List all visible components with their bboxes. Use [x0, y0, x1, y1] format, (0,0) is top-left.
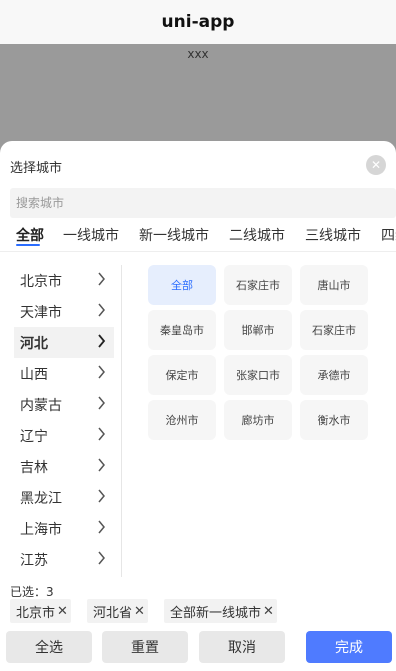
- tab-tier4[interactable]: 四线: [381, 225, 396, 247]
- tab-tier3[interactable]: 三线城市: [305, 225, 361, 247]
- chevron-right-icon: [97, 551, 106, 565]
- navbar-title: uni-app: [161, 12, 235, 32]
- city-option[interactable]: 张家口市: [224, 355, 292, 395]
- province-label: 河北: [20, 335, 48, 352]
- province-label: 江苏: [20, 552, 48, 569]
- city-option[interactable]: 承德市: [300, 355, 368, 395]
- province-label: 吉林: [20, 459, 48, 476]
- chip-label: 北京市: [16, 605, 56, 621]
- chip-label: 河北省: [93, 605, 133, 621]
- city-option[interactable]: 唐山市: [300, 265, 368, 305]
- chevron-right-icon: [97, 458, 106, 472]
- city-option[interactable]: 邯郸市: [224, 310, 292, 350]
- selected-count: 已选：3: [10, 585, 54, 599]
- chevron-right-icon: [97, 272, 106, 286]
- province-list: 北京市 天津市 河北 山西 内蒙古 辽宁 吉林 黑龙江 上海市 江苏: [0, 265, 122, 577]
- sheet-title: 选择城市: [10, 161, 63, 176]
- chevron-right-icon: [97, 427, 106, 441]
- active-tab-indicator: [16, 244, 40, 246]
- navbar: uni-app: [0, 0, 396, 44]
- city-option[interactable]: 石家庄市: [224, 265, 292, 305]
- province-item[interactable]: 上海市: [14, 513, 114, 544]
- province-item[interactable]: 江苏: [14, 544, 114, 575]
- chevron-right-icon: [97, 365, 106, 379]
- sheet-header: 选择城市 ✕: [10, 155, 386, 177]
- select-all-button[interactable]: 全选: [6, 631, 92, 663]
- remove-icon[interactable]: ✕: [134, 604, 145, 619]
- province-label: 上海市: [20, 521, 62, 538]
- province-item[interactable]: 辽宁: [14, 420, 114, 451]
- search-box: [10, 188, 396, 218]
- selected-chip: 北京市 ✕: [10, 599, 71, 623]
- city-option[interactable]: 石家庄市: [300, 310, 368, 350]
- province-item[interactable]: 山西: [14, 358, 114, 389]
- province-label: 黑龙江: [20, 490, 62, 507]
- remove-icon[interactable]: ✕: [57, 604, 68, 619]
- done-button[interactable]: 完成: [306, 631, 392, 663]
- tab-tier2[interactable]: 二线城市: [229, 225, 285, 247]
- province-label: 辽宁: [20, 428, 48, 445]
- chevron-right-icon: [97, 334, 106, 348]
- chip-label: 全部新一线城市: [170, 605, 262, 621]
- city-option[interactable]: 全部: [148, 265, 216, 305]
- city-option[interactable]: 保定市: [148, 355, 216, 395]
- chevron-right-icon: [97, 396, 106, 410]
- province-item[interactable]: 吉林: [14, 451, 114, 482]
- province-item[interactable]: 河北: [14, 327, 114, 358]
- city-option[interactable]: 秦皇岛市: [148, 310, 216, 350]
- province-item[interactable]: 北京市: [14, 265, 114, 296]
- selected-chip: 河北省 ✕: [87, 599, 148, 623]
- tier-tabs: 全部 一线城市 新一线城市 二线城市 三线城市 四线: [0, 221, 396, 251]
- close-button[interactable]: ✕: [366, 155, 386, 175]
- city-option[interactable]: 衡水市: [300, 400, 368, 440]
- chevron-right-icon: [97, 489, 106, 503]
- province-item[interactable]: 天津市: [14, 296, 114, 327]
- province-label: 北京市: [20, 273, 62, 290]
- remove-icon[interactable]: ✕: [263, 604, 274, 619]
- reset-button[interactable]: 重置: [102, 631, 188, 663]
- close-icon: ✕: [370, 158, 382, 172]
- city-picker-sheet: 选择城市 ✕ 全部 一线城市 新一线城市 二线城市 三线城市 四线 北京市 天津…: [0, 141, 396, 671]
- chevron-right-icon: [97, 520, 106, 534]
- chevron-right-icon: [97, 303, 106, 317]
- province-item[interactable]: 内蒙古: [14, 389, 114, 420]
- selected-chip: 全部新一线城市 ✕: [164, 599, 277, 623]
- city-option[interactable]: 廊坊市: [224, 400, 292, 440]
- tabs-divider: [0, 251, 396, 252]
- cancel-button[interactable]: 取消: [199, 631, 285, 663]
- province-label: 天津市: [20, 304, 62, 321]
- province-label: 内蒙古: [20, 397, 62, 414]
- province-label: 山西: [20, 366, 48, 383]
- tab-new-tier1[interactable]: 新一线城市: [139, 225, 209, 247]
- tab-tier1[interactable]: 一线城市: [63, 225, 119, 247]
- province-item[interactable]: 黑龙江: [14, 482, 114, 513]
- background-text: xxx: [187, 47, 209, 61]
- city-option[interactable]: 沧州市: [148, 400, 216, 440]
- search-input[interactable]: [16, 196, 396, 210]
